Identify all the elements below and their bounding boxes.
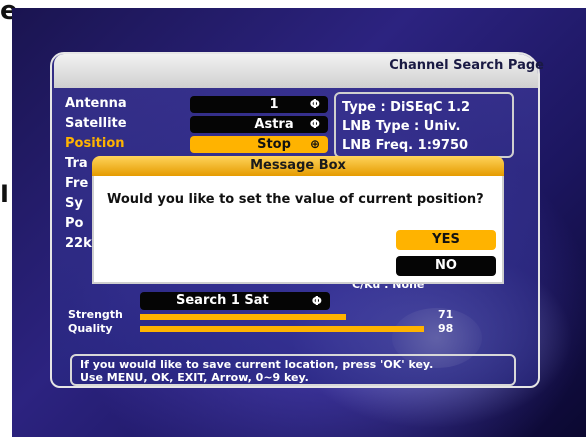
ok-icon: ⊕ (309, 137, 320, 151)
search-mode-label: Search 1 Sat (176, 293, 269, 308)
position-label: Position (65, 136, 125, 151)
phi-arrow-icon: Φ (311, 294, 322, 308)
polarity-label: Po (65, 216, 84, 231)
strength-bar (140, 314, 346, 320)
quality-bar (140, 326, 425, 332)
phi-arrow-icon: Φ (309, 97, 320, 111)
message-box-title: Message Box (92, 156, 504, 176)
help-box: If you would like to save current locati… (70, 354, 516, 386)
frequency-label: Fre (65, 176, 89, 191)
quality-label: Quality (68, 322, 113, 335)
antenna-label: Antenna (65, 96, 127, 111)
message-text: Would you like to set the value of curre… (107, 192, 484, 207)
strength-value: 71 (438, 308, 454, 321)
satellite-value[interactable]: Astra Φ (190, 116, 328, 133)
yes-button[interactable]: YES (396, 230, 496, 250)
lnb-type: LNB Type : Univ. (342, 119, 461, 134)
antenna-value[interactable]: 1Φ (190, 96, 328, 113)
diseqc-type: Type : DiSEqC 1.2 (342, 100, 471, 115)
help-line-2: Use MENU, OK, EXIT, Arrow, 0~9 key. (80, 371, 309, 384)
phi-arrow-icon: Φ (309, 117, 320, 131)
position-value[interactable]: Stop ⊕ (190, 136, 328, 153)
symbol-rate-label: Sy (65, 196, 83, 211)
22k-label: 22k (65, 236, 92, 251)
edge-char-i: I (0, 180, 9, 208)
transponder-label: Tra (65, 156, 88, 171)
search-mode-selector[interactable]: Search 1 Sat Φ (140, 292, 330, 310)
lnb-info-box: Type : DiSEqC 1.2 LNB Type : Univ. LNB F… (334, 92, 514, 158)
page-title: Channel Search Page (389, 58, 544, 73)
lnb-freq: LNB Freq. 1:9750 (342, 138, 469, 153)
quality-value: 98 (438, 322, 454, 335)
satellite-label: Satellite (65, 116, 127, 131)
no-button[interactable]: NO (396, 256, 496, 276)
help-line-1: If you would like to save current locati… (80, 358, 434, 371)
strength-label: Strength (68, 308, 123, 321)
